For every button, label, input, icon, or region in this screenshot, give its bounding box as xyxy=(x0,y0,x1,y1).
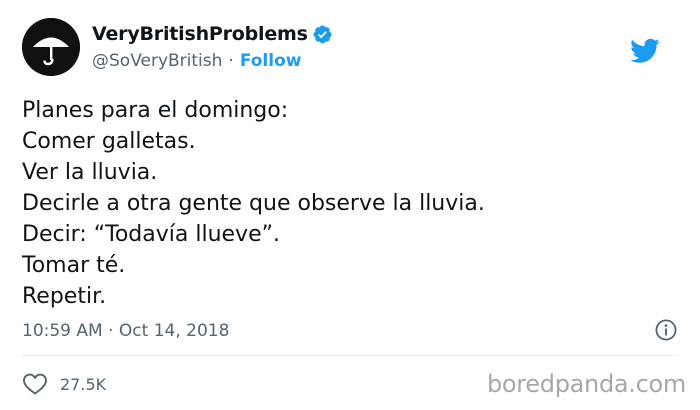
like-count: 27.5K xyxy=(60,374,107,394)
tweet-actions: 27.5K xyxy=(22,370,106,398)
tweet-line: Repetir. xyxy=(22,284,107,309)
tweet-body: Planes para el domingo: Comer galletas. … xyxy=(22,95,672,312)
heart-icon[interactable] xyxy=(22,372,48,396)
info-icon[interactable] xyxy=(654,318,678,342)
tweet-line: Tomar té. xyxy=(22,253,126,278)
avatar[interactable] xyxy=(22,18,80,76)
tweet-line: Decirle a otra gente que observe la lluv… xyxy=(22,191,485,216)
watermark: boredpanda.com xyxy=(486,370,686,398)
tweet-line: Comer galletas. xyxy=(22,129,196,154)
tweet-line: Ver la lluvia. xyxy=(22,160,158,185)
divider xyxy=(22,355,678,356)
display-name[interactable]: VeryBritishProblems xyxy=(92,23,308,45)
handle-separator: · xyxy=(228,51,234,71)
umbrella-icon xyxy=(22,18,80,76)
tweet-line: Planes para el domingo: xyxy=(22,98,289,123)
verified-badge-icon xyxy=(312,24,333,45)
tweet-timestamp[interactable]: 10:59 AM · Oct 14, 2018 xyxy=(22,321,229,341)
tweet-header: VeryBritishProblems @SoVeryBritish · Fol… xyxy=(22,18,682,78)
display-name-row: VeryBritishProblems xyxy=(92,22,333,46)
tweet-meta: 10:59 AM · Oct 14, 2018 xyxy=(22,318,678,344)
tweet-line: Decir: “Todavía llueve”. xyxy=(22,222,281,247)
twitter-bird-icon[interactable] xyxy=(630,38,660,64)
follow-button[interactable]: Follow xyxy=(240,51,302,71)
tweet-card: VeryBritishProblems @SoVeryBritish · Fol… xyxy=(0,0,700,410)
author-block: VeryBritishProblems @SoVeryBritish · Fol… xyxy=(92,22,333,71)
handle-row: @SoVeryBritish · Follow xyxy=(92,51,333,71)
author-handle[interactable]: @SoVeryBritish xyxy=(92,51,222,71)
